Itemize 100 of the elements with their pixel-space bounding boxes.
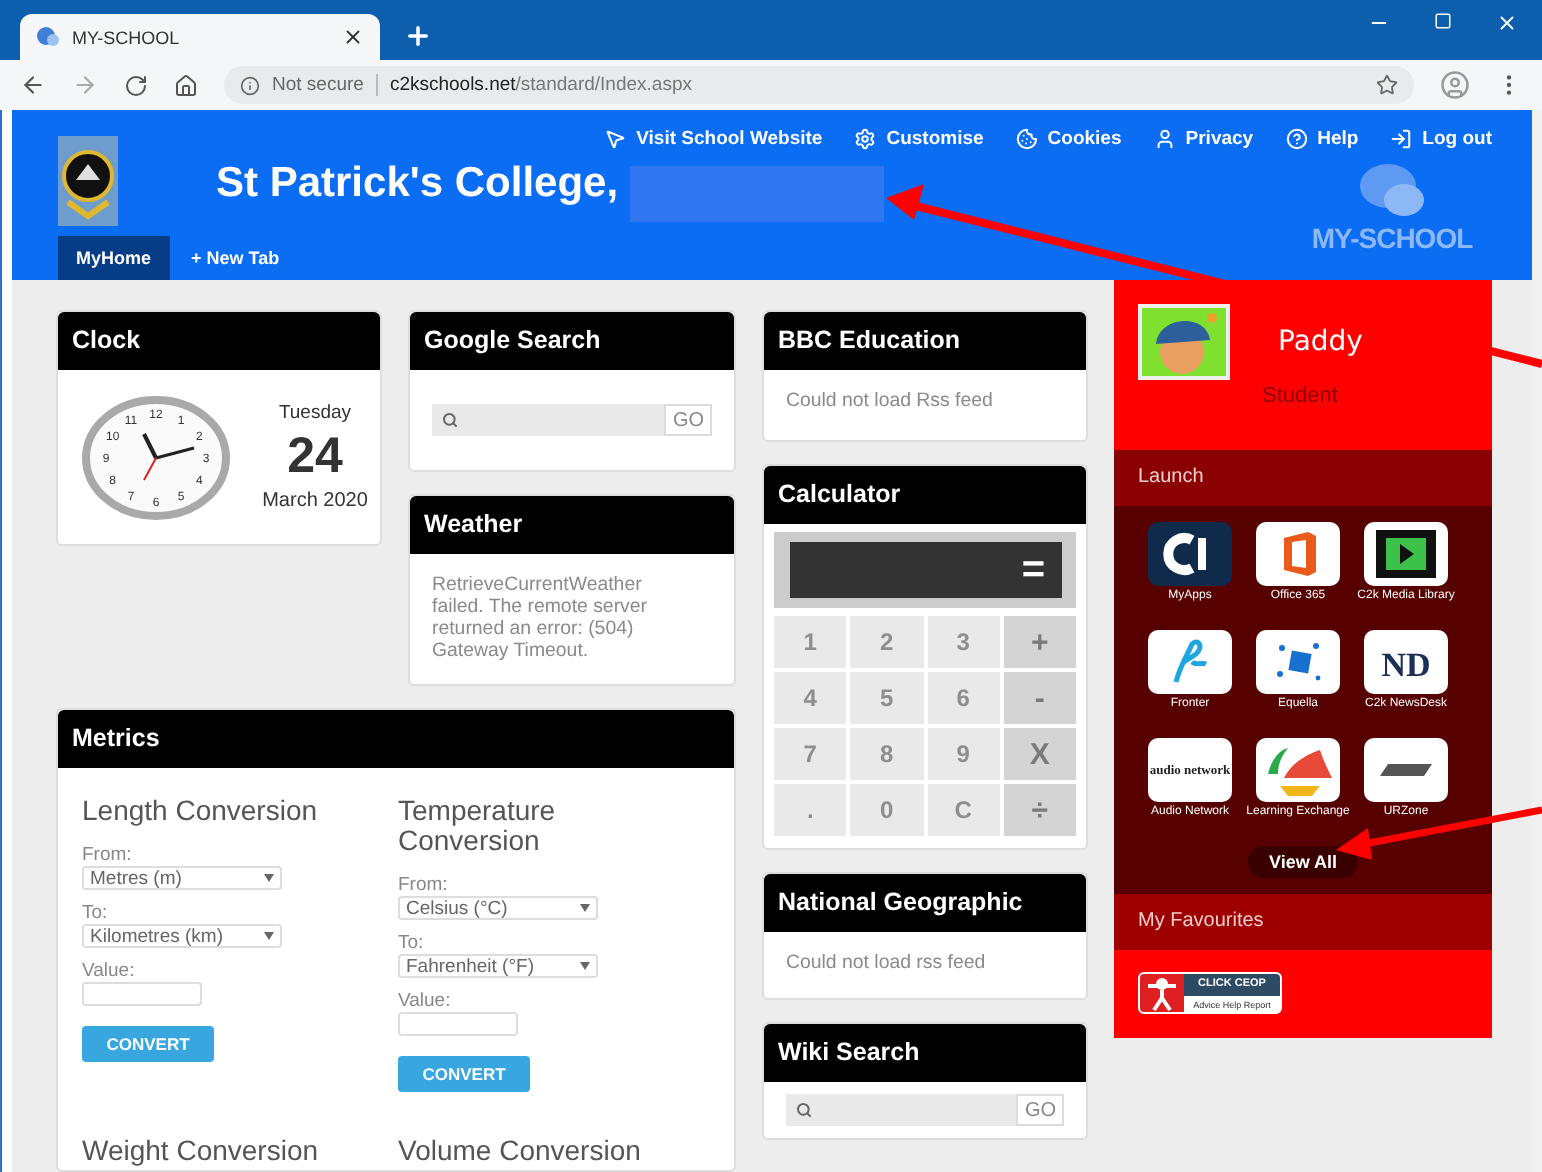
header-link[interactable]: Privacy	[1153, 127, 1254, 149]
swoosh-logo-icon	[1256, 738, 1340, 802]
converter-title: Weight Conversion	[82, 1134, 321, 1166]
header-link[interactable]: Customise	[854, 127, 984, 149]
door-shape-icon	[1256, 522, 1340, 586]
field-label: To:	[82, 902, 108, 925]
search-icon	[796, 1102, 812, 1118]
calculator-key[interactable]: 2	[850, 616, 923, 668]
maximize-icon[interactable]	[1434, 12, 1452, 30]
card-title: Clock	[58, 312, 380, 370]
convert-button[interactable]: CONVERT	[82, 1026, 214, 1063]
day-number: 24	[287, 428, 343, 486]
header-link[interactable]: Help	[1285, 127, 1359, 149]
converter-title: Length Conversion	[82, 795, 318, 827]
close-icon[interactable]	[342, 26, 364, 48]
security-label: Not secure	[272, 74, 364, 96]
error-message: RetrieveCurrentWeather failed. The remote server returned an error: (504) Gateway Timeout.	[430, 572, 650, 667]
user-name: Paddy	[1278, 326, 1363, 358]
calculator-key[interactable]: 1	[774, 616, 847, 668]
brand-wordmark: MY-SCHOOL	[1311, 222, 1473, 254]
calculator-key[interactable]: 9	[927, 728, 1000, 780]
cartoon-avatar	[1138, 304, 1230, 380]
calculator-key[interactable]: C	[927, 784, 1000, 836]
search-icon	[442, 412, 458, 428]
calculator-key[interactable]: .	[774, 784, 847, 836]
calculator-key[interactable]: 5	[850, 672, 923, 724]
month-year-label: March 2020	[262, 490, 368, 512]
film-strip-icon	[1364, 522, 1448, 586]
search-field[interactable]	[786, 1094, 1017, 1126]
reload-icon[interactable]	[124, 73, 148, 97]
weekday-label: Tuesday	[278, 402, 352, 424]
card-title: Metrics	[58, 709, 734, 768]
close-icon[interactable]	[1496, 12, 1518, 34]
header-link[interactable]: Cookies	[1015, 127, 1122, 149]
speech-bubble-icon	[1356, 162, 1428, 222]
calculator-key[interactable]: +	[1003, 616, 1076, 668]
url-text: c2kschools.net/standard/Index.aspx	[389, 74, 692, 96]
go-button[interactable]: GO	[1016, 1094, 1064, 1126]
dropdown-caret-icon	[264, 874, 274, 883]
header-link[interactable]: Visit School Website	[604, 127, 823, 149]
dropdown-caret-icon	[580, 904, 590, 913]
page-tab[interactable]: + New Tab	[173, 236, 298, 280]
figure-icon	[1140, 974, 1184, 1012]
calculator-key[interactable]: 3	[927, 616, 1000, 668]
value-input[interactable]	[398, 1012, 518, 1037]
card-title: Calculator	[764, 466, 1086, 524]
value-input[interactable]	[82, 982, 202, 1007]
pointer-icon	[604, 127, 627, 149]
unit-select[interactable]: Metres (m)	[82, 866, 282, 891]
section-heading: My Favourites	[1114, 894, 1492, 950]
lettered-logo-icon: ND	[1364, 630, 1448, 694]
converter-title: Temperature Conversion	[398, 795, 558, 857]
chat-bubbles-icon	[36, 26, 60, 48]
browser-tab[interactable]: MY-SCHOOL	[20, 14, 380, 60]
calculator-key[interactable]: 6	[927, 672, 1000, 724]
unit-select[interactable]: Kilometres (km)	[82, 924, 282, 949]
banner-logo-icon	[1364, 738, 1448, 802]
go-button[interactable]: GO	[664, 404, 712, 436]
user-role: Student	[1260, 384, 1340, 408]
error-message: Could not load Rss feed	[784, 388, 995, 416]
person-icon	[1153, 127, 1176, 149]
calculator-key[interactable]: 7	[774, 728, 847, 780]
back-icon[interactable]	[20, 72, 46, 98]
calculator-key[interactable]: 4	[774, 672, 847, 724]
dropdown-caret-icon	[580, 962, 590, 971]
unit-select[interactable]: Celsius (°C)	[398, 896, 598, 921]
card-title: Weather	[410, 496, 734, 554]
calculator-key[interactable]: 0	[850, 784, 923, 836]
card-title: BBC Education	[764, 312, 1086, 370]
cookie-icon	[1015, 127, 1038, 149]
convert-button[interactable]: CONVERT	[398, 1056, 530, 1093]
home-icon[interactable]	[174, 73, 198, 97]
school-title: St Patrick's College,	[216, 158, 619, 208]
search-field[interactable]	[432, 404, 665, 436]
calculator-key[interactable]: X	[1003, 728, 1076, 780]
converter-title: Volume Conversion	[398, 1134, 643, 1166]
star-icon[interactable]	[1376, 74, 1398, 96]
page-tab[interactable]: MyHome	[58, 236, 170, 280]
settings-icon	[854, 127, 877, 149]
card-title: Google Search	[410, 312, 734, 370]
log-out-icon	[1390, 127, 1413, 149]
card-title: Wiki Search	[764, 1024, 1086, 1082]
calculator-key[interactable]: -	[1003, 672, 1076, 724]
field-label: Value:	[398, 990, 451, 1013]
card-title: National Geographic	[764, 874, 1086, 932]
squiggle-logo-icon	[1148, 630, 1232, 694]
address-bar[interactable]: Not secure c2kschools.net/standard/Index.aspx	[224, 66, 1414, 104]
help-icon	[1285, 127, 1308, 149]
calculator-key[interactable]: 8	[850, 728, 923, 780]
school-crest-icon	[58, 136, 118, 226]
view-all-button[interactable]: View All	[1248, 846, 1357, 878]
field-label: To:	[398, 932, 424, 955]
header-link[interactable]: Log out	[1390, 127, 1492, 149]
calculator-display: =	[789, 542, 1061, 598]
unit-select[interactable]: Fahrenheit (°F)	[398, 954, 598, 979]
c-shape-logo-icon	[1148, 522, 1232, 586]
profile-avatar-icon[interactable]	[1440, 70, 1470, 100]
calculator-key[interactable]: ÷	[1003, 784, 1076, 836]
field-label: From:	[398, 874, 448, 897]
new-tab-icon[interactable]	[404, 22, 432, 50]
